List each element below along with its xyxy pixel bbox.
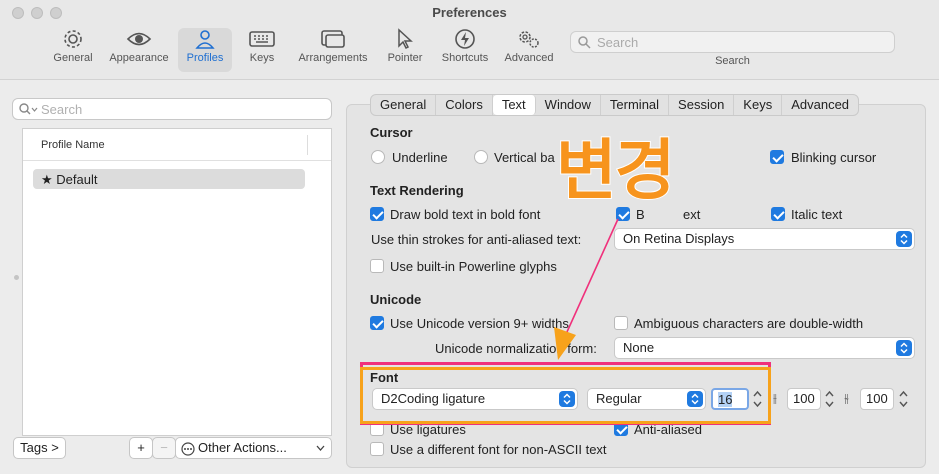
profile-search-field[interactable]: Search xyxy=(12,98,332,120)
toolbar-search-label: Search xyxy=(715,55,750,67)
tab-session[interactable]: Session xyxy=(669,95,735,115)
thin-strokes-value: On Retina Displays xyxy=(623,231,735,246)
other-actions-label: Other Actions... xyxy=(198,440,287,455)
vertical-bar-radio[interactable] xyxy=(474,150,488,164)
eye-icon xyxy=(126,32,152,46)
annotation-arrow xyxy=(554,218,619,360)
vertical-spacing-value: 100 xyxy=(866,391,888,406)
bolt-icon xyxy=(455,29,475,49)
person-icon xyxy=(195,30,215,49)
toolbar-search-field[interactable]: Search xyxy=(570,31,895,53)
pointer-icon xyxy=(398,28,413,50)
horizontal-spacing-field[interactable]: 100 xyxy=(787,388,821,410)
underline-radio[interactable] xyxy=(371,150,385,164)
remove-profile-button[interactable]: − xyxy=(152,437,176,459)
popup-arrows-icon xyxy=(896,231,912,247)
non-ascii-font-label: Use a different font for non-ASCII text xyxy=(390,442,607,457)
windows-icon xyxy=(321,30,345,48)
toolbar-keys-button[interactable]: Keys xyxy=(240,28,284,72)
italic-text-label: Italic text xyxy=(791,207,843,222)
toolbar-profiles-button[interactable]: Profiles xyxy=(178,28,232,72)
toolbar-pointer-label: Pointer xyxy=(387,52,423,64)
unicode-heading: Unicode xyxy=(370,292,422,307)
toolbar-advanced-button[interactable]: Advanced xyxy=(500,28,558,72)
split-handle[interactable] xyxy=(14,275,19,280)
powerline-glyphs-checkbox[interactable] xyxy=(370,259,384,273)
blinking-cursor-checkbox[interactable] xyxy=(770,150,784,164)
normalization-popup[interactable]: None xyxy=(614,337,915,359)
profile-name-column-header: Profile Name xyxy=(41,139,105,151)
vertical-spacing-stepper[interactable] xyxy=(897,388,910,410)
toolbar-profiles-label: Profiles xyxy=(186,52,224,64)
search-icon xyxy=(19,103,38,115)
keyboard-icon xyxy=(249,31,275,47)
tab-terminal[interactable]: Terminal xyxy=(601,95,670,115)
underline-label: Underline xyxy=(392,150,448,165)
toolbar-arrangements-label: Arrangements xyxy=(298,52,368,64)
unicode-version-checkbox[interactable] xyxy=(370,316,384,330)
gears-icon xyxy=(519,31,539,48)
vertical-spacing-icon: ⫳ xyxy=(844,391,849,405)
toolbar-general-button[interactable]: General xyxy=(50,28,96,72)
other-actions-button[interactable]: Other Actions... xyxy=(175,437,332,459)
tab-text[interactable]: Text xyxy=(492,95,536,115)
horizontal-spacing-stepper[interactable] xyxy=(823,388,836,410)
tags-button[interactable]: Tags > xyxy=(13,437,66,459)
bright-bold-label-start: B xyxy=(636,207,645,222)
vertical-bar-label: Vertical ba xyxy=(494,150,555,165)
italic-text-checkbox[interactable] xyxy=(771,207,785,221)
toolbar-shortcuts-button[interactable]: Shortcuts xyxy=(437,28,493,72)
toolbar-general-label: General xyxy=(53,52,93,64)
ambiguous-width-label: Ambiguous characters are double-width xyxy=(634,316,864,331)
annotation-highlight-box-inner xyxy=(360,367,771,424)
profile-list-header[interactable]: Profile Name xyxy=(23,129,331,161)
add-profile-button[interactable]: + xyxy=(129,437,153,459)
popup-arrows-icon xyxy=(896,340,912,356)
tab-window[interactable]: Window xyxy=(536,95,601,115)
gear-icon xyxy=(64,30,82,48)
tab-colors[interactable]: Colors xyxy=(436,95,493,115)
powerline-glyphs-label: Use built-in Powerline glyphs xyxy=(390,259,557,274)
bold-font-checkbox[interactable] xyxy=(370,207,384,221)
text-rendering-heading: Text Rendering xyxy=(370,183,464,198)
toolbar-appearance-button[interactable]: Appearance xyxy=(105,28,173,72)
horizontal-spacing-value: 100 xyxy=(793,391,815,406)
toolbar-arrangements-button[interactable]: Arrangements xyxy=(293,28,373,72)
settings-tabs: General Colors Text Window Terminal Sess… xyxy=(370,94,860,116)
toolbar-keys-label: Keys xyxy=(249,52,275,64)
tab-keys[interactable]: Keys xyxy=(734,95,783,115)
toolbar-shortcuts-label: Shortcuts xyxy=(441,52,489,64)
profile-search-placeholder: Search xyxy=(41,102,83,117)
horizontal-spacing-icon: ⫲ xyxy=(773,391,777,405)
toolbar-appearance-label: Appearance xyxy=(109,52,169,64)
toolbar-advanced-label: Advanced xyxy=(504,52,554,64)
window-title: Preferences xyxy=(432,5,507,20)
annotation-label: 변경 xyxy=(555,132,676,209)
bold-font-label: Draw bold text in bold font xyxy=(390,207,541,222)
column-divider xyxy=(307,135,308,155)
non-ascii-font-checkbox[interactable] xyxy=(370,442,384,456)
toolbar-search-placeholder: Search xyxy=(597,35,639,50)
search-icon xyxy=(578,36,591,49)
bright-bold-label-end: ext xyxy=(683,207,701,222)
toolbar-pointer-button[interactable]: Pointer xyxy=(382,28,428,72)
tab-advanced[interactable]: Advanced xyxy=(782,95,858,115)
vertical-spacing-field[interactable]: 100 xyxy=(860,388,894,410)
ellipsis-circle-icon xyxy=(181,442,195,456)
tab-general[interactable]: General xyxy=(371,95,437,115)
profile-list[interactable]: Profile Name ★ Default xyxy=(22,128,332,436)
profile-row-default[interactable]: ★ Default xyxy=(33,169,305,189)
chevron-down-icon xyxy=(316,445,325,451)
thin-strokes-popup[interactable]: On Retina Displays xyxy=(614,228,915,250)
blinking-cursor-label: Blinking cursor xyxy=(791,150,877,165)
cursor-heading: Cursor xyxy=(370,125,413,140)
